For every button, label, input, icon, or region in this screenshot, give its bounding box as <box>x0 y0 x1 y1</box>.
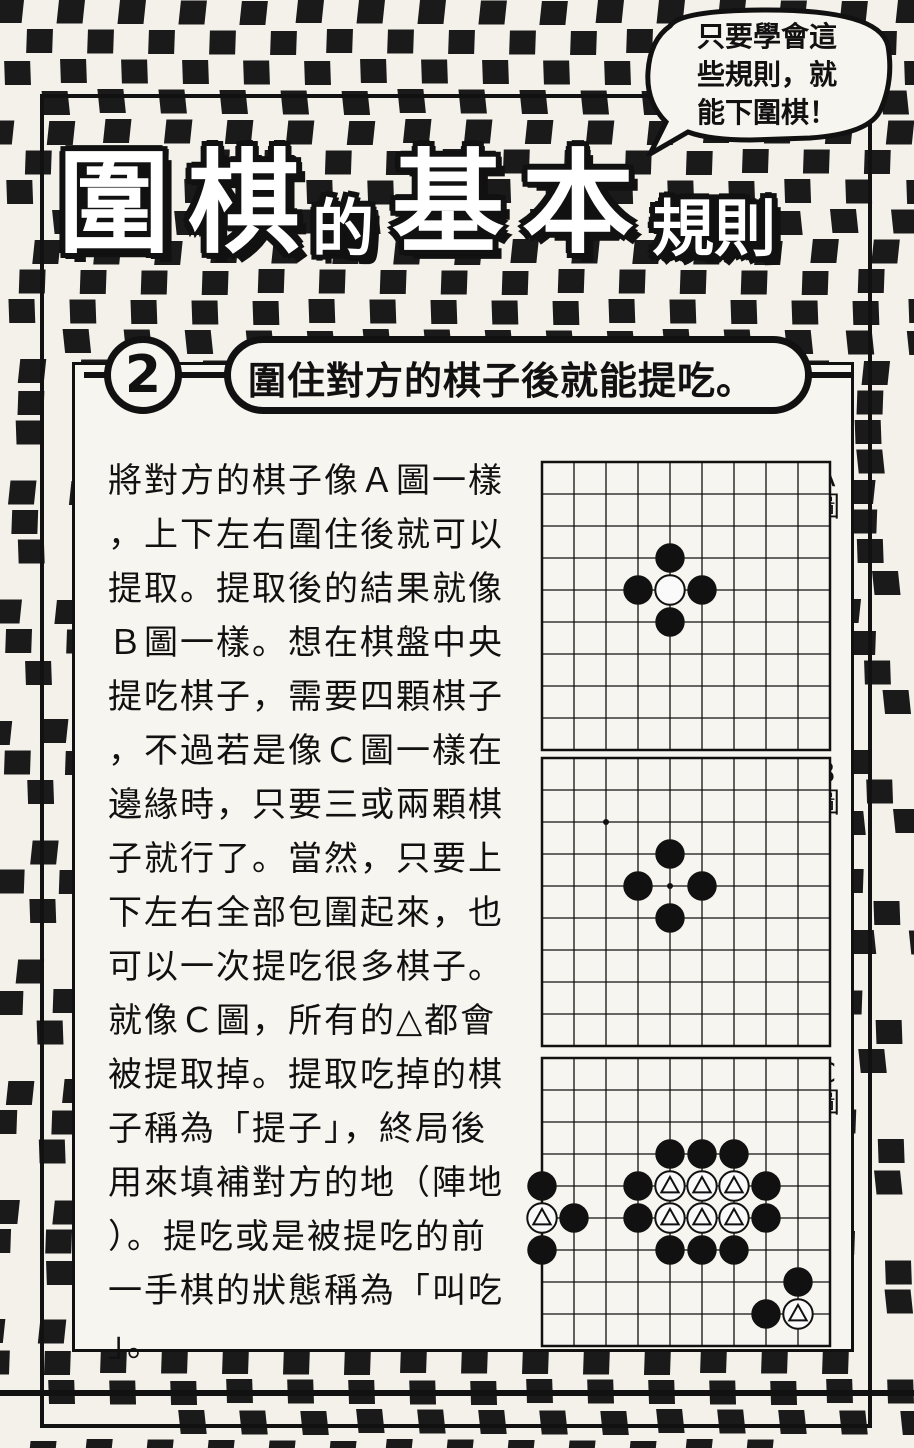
board-c <box>526 1056 832 1348</box>
black-stone <box>655 1235 685 1265</box>
black-stone <box>623 1203 653 1233</box>
board-b <box>540 756 832 1048</box>
black-stone <box>719 1235 749 1265</box>
board-dot <box>603 819 609 825</box>
black-stone <box>719 1139 749 1169</box>
board-border <box>540 1056 832 1348</box>
black-stone <box>655 607 685 637</box>
black-stone <box>783 1267 813 1297</box>
black-stone <box>751 1203 781 1233</box>
black-stone <box>687 871 717 901</box>
black-stone <box>687 1235 717 1265</box>
board-dot <box>667 883 673 889</box>
black-stone <box>687 1139 717 1169</box>
black-stone <box>687 575 717 605</box>
black-stone <box>527 1171 557 1201</box>
go-diagrams <box>526 460 832 1348</box>
black-stone <box>655 903 685 933</box>
black-stone <box>751 1299 781 1329</box>
black-stone <box>623 871 653 901</box>
board-border <box>540 756 832 1048</box>
black-stone <box>655 1139 685 1169</box>
board-border <box>540 460 832 752</box>
black-stone <box>527 1235 557 1265</box>
black-stone <box>751 1171 781 1201</box>
black-stone <box>655 839 685 869</box>
black-stone <box>623 1171 653 1201</box>
black-stone <box>655 543 685 573</box>
white-stone <box>654 574 686 606</box>
black-stone <box>559 1203 589 1233</box>
board-a <box>540 460 832 752</box>
black-stone <box>623 575 653 605</box>
